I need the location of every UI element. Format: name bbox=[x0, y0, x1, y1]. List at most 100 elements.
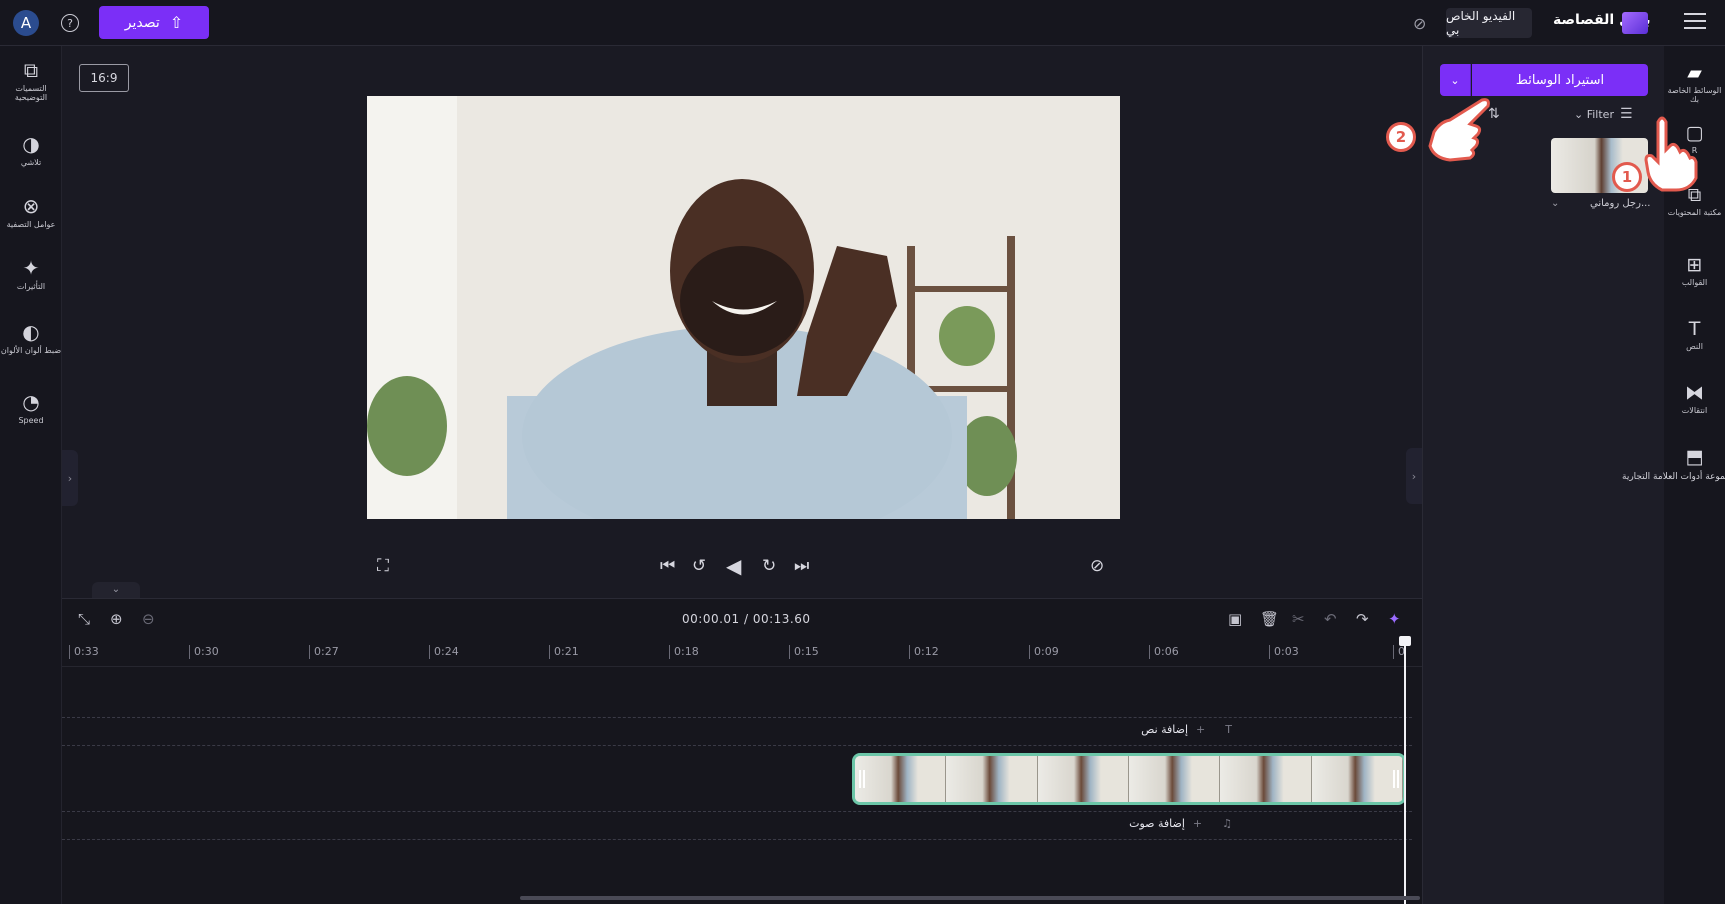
templates-icon: ⊞ bbox=[1686, 254, 1703, 276]
nav-your-media[interactable]: ▰ الوسائط الخاصة بك bbox=[1664, 62, 1725, 104]
nav-transitions[interactable]: ⧓ انتقالات bbox=[1664, 382, 1725, 415]
ruler-tick: 0:18 bbox=[669, 645, 699, 659]
filter-icon[interactable]: ☰ bbox=[1620, 106, 1633, 122]
pointing-hand-icon bbox=[1428, 98, 1490, 162]
text-icon: T bbox=[1688, 318, 1701, 340]
aspect-ratio-button[interactable]: 16:9 bbox=[79, 64, 129, 92]
track-divider bbox=[62, 839, 1412, 840]
zoom-out-icon[interactable]: ⊖ bbox=[142, 610, 155, 628]
track-divider bbox=[62, 717, 1412, 718]
split-icon[interactable]: ✂ bbox=[1292, 610, 1305, 628]
clip-trim-handle-left[interactable] bbox=[859, 770, 865, 788]
tool-color-adjust[interactable]: ◐ ضبط ألوان الألوان bbox=[0, 320, 62, 355]
timecode-display: 00:00.01 / 00:13.60 bbox=[682, 612, 811, 626]
right-panel-collapse-chevron-icon[interactable]: › bbox=[1406, 448, 1422, 504]
top-bar: A ? تصدير ⇧ ⊘ الفيديو الخاص بي بطل القصا… bbox=[0, 0, 1725, 46]
clipchamp-editor: A ? تصدير ⇧ ⊘ الفيديو الخاص بي بطل القصا… bbox=[0, 0, 1725, 904]
fit-timeline-icon[interactable]: ⤡ bbox=[78, 610, 90, 628]
speed-icon: ◔ bbox=[22, 390, 40, 414]
tool-filters[interactable]: ⊗ عوامل التصفية bbox=[0, 194, 62, 229]
user-avatar[interactable]: A bbox=[13, 10, 39, 36]
tool-fade[interactable]: ◑ تلاشي bbox=[0, 132, 62, 167]
undo-icon[interactable]: ↶ bbox=[1324, 610, 1337, 628]
text-track-icon: T bbox=[1225, 723, 1232, 736]
playhead-handle[interactable] bbox=[1399, 636, 1411, 646]
nav-brand-kit[interactable]: ⬒ bbox=[1664, 446, 1725, 470]
transitions-icon: ⧓ bbox=[1685, 382, 1704, 404]
magic-sparkle-icon[interactable]: ✦ bbox=[1388, 610, 1401, 628]
plus-icon: + bbox=[1196, 723, 1206, 736]
media-item-label: رجل روماني... bbox=[1590, 198, 1651, 209]
nav-templates[interactable]: ⊞ القوالب bbox=[1664, 254, 1725, 287]
nav-text[interactable]: T النص bbox=[1664, 318, 1725, 351]
color-adjust-icon: ◐ bbox=[22, 320, 40, 344]
add-text-row[interactable]: إضافة نص + T bbox=[1141, 723, 1232, 736]
play-icon[interactable]: ◀ bbox=[726, 554, 741, 578]
filters-icon: ⊗ bbox=[22, 194, 40, 218]
folder-icon: ▰ bbox=[1687, 62, 1702, 84]
ruler-tick: 0:12 bbox=[909, 645, 939, 659]
video-preview[interactable] bbox=[367, 96, 1120, 519]
video-frame-image bbox=[367, 96, 1120, 519]
clip-trim-handle-right[interactable] bbox=[1393, 770, 1399, 788]
add-text-label: إضافة نص bbox=[1141, 723, 1189, 736]
ruler-tick: 0:15 bbox=[789, 645, 819, 659]
media-item-chevron-icon[interactable]: ⌄ bbox=[1551, 198, 1559, 209]
redo-icon[interactable]: ↷ bbox=[1356, 610, 1369, 628]
track-divider bbox=[62, 811, 1412, 812]
ruler-tick: 0:33 bbox=[69, 645, 99, 659]
visibility-off-icon[interactable]: ⊘ bbox=[1413, 14, 1426, 33]
callout-badge-2: 2 bbox=[1386, 122, 1416, 152]
playhead[interactable] bbox=[1404, 636, 1406, 904]
track-divider bbox=[62, 745, 1412, 746]
timeline-toolbar: ⤡ ⊕ ⊖ 00:00.01 / 00:13.60 ▣ 🗑 ✂ ↶ ↷ ✦ bbox=[62, 599, 1422, 641]
delete-icon[interactable]: 🗑 bbox=[1260, 610, 1279, 628]
brand-kit-icon: ⬒ bbox=[1685, 446, 1704, 468]
playback-controls: ⛶ ⏮ ↺ ◀ ↻ ⏭ ⊘ bbox=[62, 548, 1422, 586]
rewind-5s-icon[interactable]: ↺ bbox=[692, 556, 706, 576]
ruler-tick: 0:06 bbox=[1149, 645, 1179, 659]
add-audio-row[interactable]: إضافة صوت + ♫ bbox=[1129, 817, 1232, 830]
time-ruler[interactable]: 0 0:03 0:06 0:09 0:12 0:15 0:18 0:21 0:2… bbox=[62, 641, 1422, 667]
ruler-tick: 0:09 bbox=[1029, 645, 1059, 659]
pointing-hand-icon bbox=[1644, 116, 1698, 192]
ruler-tick: 0:21 bbox=[549, 645, 579, 659]
ruler-tick: 0:27 bbox=[309, 645, 339, 659]
timeline-scrollbar[interactable] bbox=[520, 896, 1420, 900]
import-media-button[interactable]: استيراد الوسائط bbox=[1472, 64, 1648, 96]
help-icon[interactable]: ? bbox=[61, 14, 79, 32]
upload-arrow-icon: ⇧ bbox=[169, 13, 184, 32]
ruler-tick: 0:03 bbox=[1269, 645, 1299, 659]
menu-icon[interactable] bbox=[1684, 13, 1706, 31]
skip-to-start-icon[interactable]: ⏮ bbox=[660, 556, 675, 576]
skip-to-end-icon[interactable]: ⏭ bbox=[794, 556, 809, 576]
video-title-field[interactable]: الفيديو الخاص بي bbox=[1446, 8, 1532, 38]
clipchamp-logo-icon bbox=[1622, 12, 1648, 34]
timeline: ⤡ ⊕ ⊖ 00:00.01 / 00:13.60 ▣ 🗑 ✂ ↶ ↷ ✦ 0 … bbox=[62, 598, 1422, 904]
plus-icon: + bbox=[1192, 817, 1203, 830]
zoom-in-icon[interactable]: ⊕ bbox=[110, 610, 123, 628]
captions-off-icon[interactable]: ⊘ bbox=[1090, 556, 1104, 576]
brand-kit-label: مجموعة أدوات العلامة التجارية bbox=[1622, 472, 1725, 482]
effects-icon: ✦ bbox=[22, 256, 40, 280]
export-button[interactable]: تصدير ⇧ bbox=[99, 6, 209, 39]
forward-5s-icon[interactable]: ↻ bbox=[762, 556, 776, 576]
left-property-toolbar bbox=[0, 46, 62, 904]
fade-icon: ◑ bbox=[22, 132, 40, 156]
media-options-icon[interactable]: ▣ bbox=[1228, 610, 1242, 628]
cc-icon: ⧉ bbox=[23, 58, 39, 82]
left-panel-expand-chevron-icon[interactable]: › bbox=[62, 450, 78, 506]
add-audio-label: إضافة صوت bbox=[1129, 817, 1185, 830]
clip-filmstrip bbox=[855, 756, 1403, 802]
export-label: تصدير bbox=[124, 14, 160, 31]
fullscreen-icon[interactable]: ⛶ bbox=[377, 556, 389, 576]
video-clip[interactable] bbox=[852, 753, 1406, 805]
callout-badge-1: 1 bbox=[1612, 162, 1642, 192]
tool-effects[interactable]: ✦ التأثيرات bbox=[0, 256, 62, 291]
tool-speed[interactable]: ◔ Speed bbox=[0, 390, 62, 425]
filter-dropdown[interactable]: ⌄ Filter bbox=[1574, 108, 1614, 121]
ruler-tick: 0:30 bbox=[189, 645, 219, 659]
ruler-tick: 0:24 bbox=[429, 645, 459, 659]
timeline-collapse-chevron-icon[interactable]: ⌄ bbox=[92, 582, 140, 598]
tool-captions[interactable]: ⧉ التسميات التوضيحية bbox=[0, 58, 62, 102]
